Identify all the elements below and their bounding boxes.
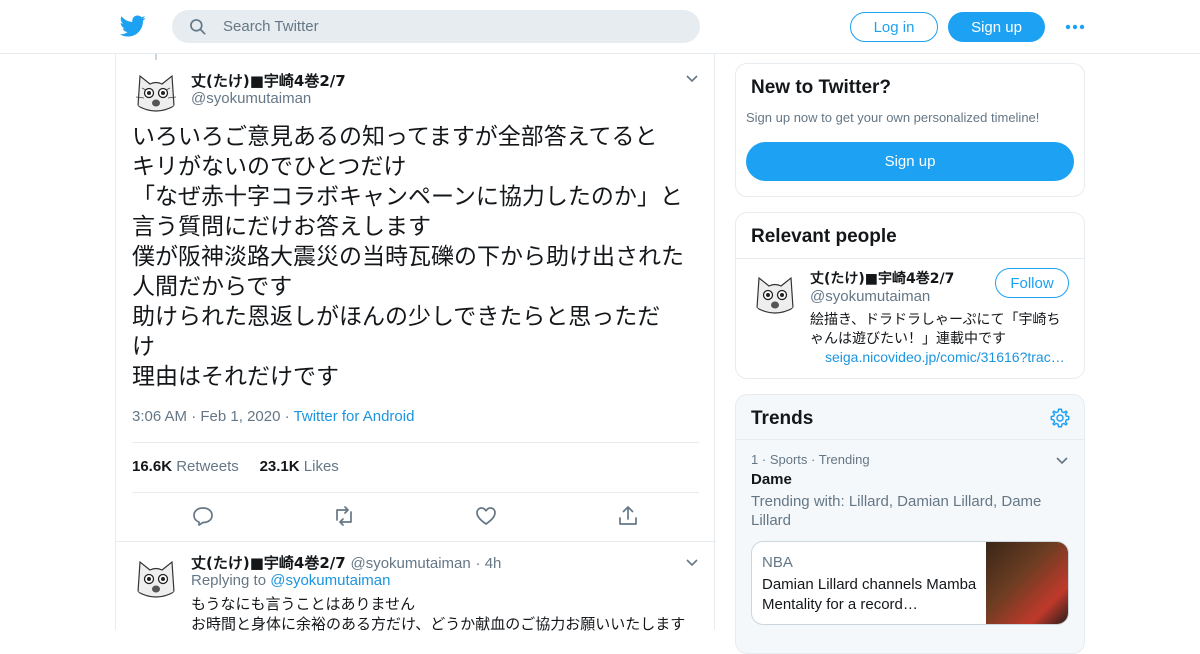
tweet-source-link[interactable]: Twitter for Android — [294, 408, 415, 425]
follow-button[interactable]: Follow — [995, 268, 1069, 298]
meta-separator: · — [475, 555, 485, 572]
tweet-author-name[interactable]: 丈(たけ)■宇崎4巻2/7 — [191, 70, 346, 91]
search-icon — [190, 18, 206, 35]
reply-age[interactable]: 4h — [485, 555, 502, 572]
trend-status: Trending — [818, 452, 870, 467]
tweet-meta: 3:06 AM · Feb 1, 2020 · Twitter for Andr… — [132, 408, 414, 425]
news-source: NBA — [762, 554, 793, 571]
avatar[interactable] — [751, 268, 799, 316]
tweet-time[interactable]: 3:06 AM — [132, 408, 187, 425]
person-bio-link[interactable]: seiga.nicovideo.jp/comic/31616?track=… — [825, 349, 1065, 365]
cat-avatar-icon — [132, 552, 180, 600]
login-button[interactable]: Log in — [850, 12, 938, 42]
person-handle[interactable]: @syokumutaiman — [810, 288, 930, 305]
main-column: 丈(たけ)■宇崎4巻2/7 @syokumutaiman いろいろご意見あるの知… — [115, 54, 716, 633]
reply-author-handle[interactable]: @syokumutaiman — [350, 555, 470, 572]
sidebar-signup-button[interactable]: Sign up — [746, 142, 1074, 181]
retweet-count-link[interactable]: 16.6K Retweets — [132, 458, 239, 475]
twitter-bird-icon[interactable] — [120, 13, 146, 39]
chevron-down-icon[interactable] — [684, 70, 700, 86]
search-input[interactable] — [223, 18, 663, 35]
retweet-label: Retweets — [176, 458, 239, 475]
like-count-link[interactable]: 23.1K Likes — [260, 458, 339, 475]
search-box[interactable] — [172, 10, 700, 43]
cat-avatar-icon — [132, 66, 180, 114]
person-bio: 絵描き、ドラドラしゃーぷにて「宇崎ちゃんは遊びたい！」連載中です — [810, 312, 1061, 347]
reply-text: もうなにも言うことはありません お時間と身体に余裕のある方だけ、どうか献血のご協… — [191, 595, 686, 633]
replying-to-link[interactable]: @syokumutaiman — [270, 572, 390, 589]
avatar[interactable] — [132, 66, 180, 114]
reply-author-name[interactable]: 丈(たけ)■宇崎4巻2/7 — [191, 554, 346, 572]
trend-news-card[interactable]: NBA Damian Lillard channels Mamba Mental… — [751, 541, 1069, 625]
gear-icon[interactable] — [1049, 407, 1071, 429]
tweet-stats: 16.6K Retweets 23.1K Likes — [132, 458, 339, 475]
replying-label: Replying to — [191, 572, 267, 589]
relevant-people-card: Relevant people 丈(たけ)■宇崎4巻2/7 @syokumuta… — [735, 212, 1085, 379]
trend-meta: 1 · Sports · Trending — [751, 452, 870, 467]
reply-header: 丈(たけ)■宇崎4巻2/7 @syokumutaiman · 4h — [191, 552, 501, 573]
like-label: Likes — [303, 458, 339, 475]
relevant-people-title: Relevant people — [751, 226, 897, 247]
divider — [132, 492, 699, 493]
trends-title: Trends — [751, 408, 814, 429]
divider — [116, 541, 716, 542]
meta-separator: · — [284, 408, 294, 425]
retweet-count: 16.6K — [132, 458, 173, 475]
reply-icon[interactable] — [191, 504, 215, 528]
new-to-twitter-title: New to Twitter? — [751, 77, 892, 98]
chevron-down-icon[interactable] — [684, 554, 700, 570]
trend-name[interactable]: Dame — [751, 471, 792, 488]
tweet-author-handle[interactable]: @syokumutaiman — [191, 90, 311, 107]
like-heart-icon[interactable] — [474, 504, 498, 528]
top-bar: Log in Sign up — [0, 0, 1200, 54]
trends-card: Trends 1 · Sports · Trending Dame Trendi… — [735, 394, 1085, 654]
trend-category: Sports — [769, 452, 808, 467]
meta-separator: · — [811, 452, 819, 467]
thread-line — [155, 54, 157, 60]
new-to-twitter-card: New to Twitter? Sign up now to get your … — [735, 63, 1085, 197]
signup-button[interactable]: Sign up — [948, 12, 1045, 42]
like-count: 23.1K — [259, 458, 300, 475]
share-icon[interactable] — [616, 504, 640, 528]
meta-separator: · — [761, 452, 770, 467]
retweet-icon[interactable] — [332, 504, 356, 528]
cat-avatar-icon — [751, 268, 799, 316]
trend-related: Trending with: Lillard, Damian Lillard, … — [751, 493, 1042, 529]
new-to-twitter-subtitle: Sign up now to get your own personalized… — [746, 110, 1040, 125]
avatar[interactable] — [132, 552, 180, 600]
chevron-down-icon[interactable] — [1054, 452, 1070, 468]
tweet-actions — [116, 504, 716, 530]
tweet-date[interactable]: Feb 1, 2020 — [200, 408, 280, 425]
meta-separator: · — [191, 408, 201, 425]
more-options-icon[interactable] — [1064, 18, 1086, 36]
divider — [736, 258, 1084, 259]
replying-to: Replying to @syokumutaiman — [191, 572, 391, 589]
trend-rank: 1 — [751, 452, 759, 467]
divider — [736, 439, 1084, 440]
news-thumbnail — [986, 542, 1068, 624]
news-headline: Damian Lillard channels Mamba Mentality … — [762, 576, 977, 613]
tweet-text: いろいろご意見あるの知ってますが全部答えてると キリがないのでひとつだけ 「なぜ… — [132, 124, 684, 390]
person-name[interactable]: 丈(たけ)■宇崎4巻2/7 — [810, 268, 954, 288]
divider — [132, 442, 699, 443]
